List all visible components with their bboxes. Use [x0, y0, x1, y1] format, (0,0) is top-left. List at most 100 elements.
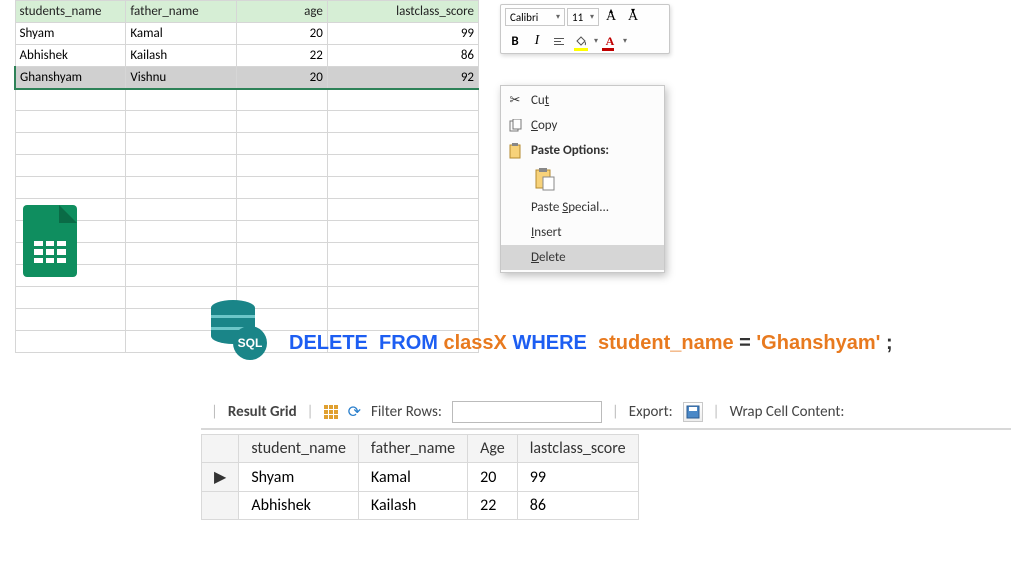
- cell[interactable]: Ghanshyam: [15, 67, 126, 89]
- table-row[interactable]: Abhishek Kailash 22 86: [15, 45, 479, 67]
- menu-paste-options: Paste Options:: [501, 138, 664, 163]
- result-table[interactable]: student_name father_name Age lastclass_s…: [201, 434, 639, 520]
- table-row[interactable]: Shyam Kamal 20 99: [15, 23, 479, 45]
- cell[interactable]: Vishnu: [126, 67, 237, 89]
- empty-row[interactable]: [15, 265, 479, 287]
- cell[interactable]: Kamal: [358, 463, 467, 492]
- align-icon: [554, 38, 564, 45]
- sql-column: student_name: [598, 332, 734, 354]
- table-row[interactable]: ▶ Shyam Kamal 20 99: [202, 463, 639, 492]
- paste-options-row: [501, 163, 664, 195]
- scissors-icon: ✂: [507, 93, 523, 109]
- decrease-font-button[interactable]: A▾: [623, 7, 643, 27]
- empty-row[interactable]: [15, 177, 479, 199]
- empty-row[interactable]: [15, 111, 479, 133]
- paste-option-default[interactable]: [531, 165, 559, 193]
- empty-row[interactable]: [15, 155, 479, 177]
- divider: |: [713, 403, 720, 421]
- cell[interactable]: 22: [468, 492, 518, 520]
- sql-keyword: FROM: [379, 332, 438, 354]
- grid-view-icon[interactable]: [324, 405, 338, 419]
- bucket-icon: [574, 34, 588, 48]
- save-icon: [686, 405, 700, 419]
- col-header[interactable]: lastclass_score: [517, 435, 638, 463]
- sheets-file-icon: [23, 205, 77, 277]
- cell[interactable]: 20: [237, 23, 328, 45]
- col-header[interactable]: lastclass_score: [327, 1, 478, 23]
- cell[interactable]: Kamal: [126, 23, 237, 45]
- fill-color-button[interactable]: [571, 31, 591, 51]
- grid-icon: [34, 241, 66, 263]
- clipboard-paste-icon: [534, 167, 556, 191]
- row-selector-header: [202, 435, 239, 463]
- empty-row[interactable]: [15, 133, 479, 155]
- italic-button[interactable]: I: [527, 31, 547, 51]
- row-selector[interactable]: [202, 492, 239, 520]
- cell[interactable]: Kailash: [358, 492, 467, 520]
- result-toolbar: | Result Grid | ⟳ Filter Rows: | Export:…: [201, 396, 1011, 430]
- row-selector[interactable]: ▶: [202, 463, 239, 492]
- chevron-down-icon[interactable]: ▾: [594, 36, 598, 46]
- divider: |: [211, 403, 218, 421]
- chevron-down-icon: ▾: [590, 12, 594, 22]
- table-row-selected[interactable]: Ghanshyam Vishnu 20 92: [15, 67, 479, 89]
- empty-row[interactable]: [15, 89, 479, 111]
- empty-row[interactable]: [15, 199, 479, 221]
- menu-copy[interactable]: Copy: [501, 113, 664, 138]
- wrap-cell-label: Wrap Cell Content:: [730, 403, 845, 421]
- col-header[interactable]: father_name: [126, 1, 237, 23]
- copy-icon: [507, 118, 523, 134]
- font-name-dropdown[interactable]: Calibri▾: [505, 8, 565, 26]
- cell[interactable]: 86: [517, 492, 638, 520]
- menu-cut[interactable]: ✂ Cut: [501, 88, 664, 113]
- sql-database-icon: SQL: [207, 300, 265, 362]
- menu-delete[interactable]: Delete: [501, 245, 664, 270]
- sql-keyword: DELETE: [289, 332, 368, 354]
- filter-rows-input[interactable]: [452, 401, 602, 423]
- col-header[interactable]: age: [237, 1, 328, 23]
- empty-row[interactable]: [15, 221, 479, 243]
- cell[interactable]: 92: [327, 67, 478, 89]
- font-size-dropdown[interactable]: 11▾: [567, 8, 599, 26]
- export-label: Export:: [629, 403, 673, 421]
- excel-header-row: students_name father_name age lastclass_…: [15, 1, 479, 23]
- sql-query-text: DELETE FROM classX WHERE student_name = …: [289, 332, 893, 355]
- context-menu: ✂ Cut Copy Paste Options: Paste Special.…: [500, 85, 665, 273]
- clipboard-icon: [507, 143, 523, 159]
- chevron-down-icon[interactable]: ▾: [623, 36, 627, 46]
- menu-insert[interactable]: Insert: [501, 220, 664, 245]
- align-button[interactable]: [549, 31, 569, 51]
- col-header[interactable]: student_name: [239, 435, 359, 463]
- col-header[interactable]: father_name: [358, 435, 467, 463]
- font-color-button[interactable]: A: [600, 31, 620, 51]
- increase-font-button[interactable]: A▴: [601, 7, 621, 27]
- cell[interactable]: Abhishek: [239, 492, 359, 520]
- cell[interactable]: Shyam: [239, 463, 359, 492]
- divider: |: [612, 403, 619, 421]
- cell[interactable]: Kailash: [126, 45, 237, 67]
- cell[interactable]: 86: [327, 45, 478, 67]
- cell[interactable]: 20: [237, 67, 328, 89]
- result-grid-label: Result Grid: [228, 403, 297, 421]
- cell[interactable]: Shyam: [15, 23, 126, 45]
- cell[interactable]: 20: [468, 463, 518, 492]
- cell[interactable]: 22: [237, 45, 328, 67]
- table-row[interactable]: Abhishek Kailash 22 86: [202, 492, 639, 520]
- col-header[interactable]: students_name: [15, 1, 126, 23]
- cell[interactable]: 99: [327, 23, 478, 45]
- cell[interactable]: Abhishek: [15, 45, 126, 67]
- result-header-row: student_name father_name Age lastclass_s…: [202, 435, 639, 463]
- chevron-down-icon: ▾: [556, 12, 560, 22]
- mini-format-toolbar: Calibri▾ 11▾ A▴ A▾ B I ▾ A ▾: [500, 4, 670, 54]
- refresh-icon[interactable]: ⟳: [348, 402, 361, 422]
- empty-row[interactable]: [15, 243, 479, 265]
- col-header[interactable]: Age: [468, 435, 518, 463]
- cell[interactable]: 99: [517, 463, 638, 492]
- sql-badge: SQL: [233, 326, 267, 360]
- divider: |: [307, 403, 314, 421]
- result-grid: student_name father_name Age lastclass_s…: [201, 434, 1011, 520]
- result-panel: | Result Grid | ⟳ Filter Rows: | Export:…: [201, 396, 1011, 520]
- menu-paste-special[interactable]: Paste Special...: [501, 195, 664, 220]
- bold-button[interactable]: B: [505, 31, 525, 51]
- export-button[interactable]: [683, 402, 703, 422]
